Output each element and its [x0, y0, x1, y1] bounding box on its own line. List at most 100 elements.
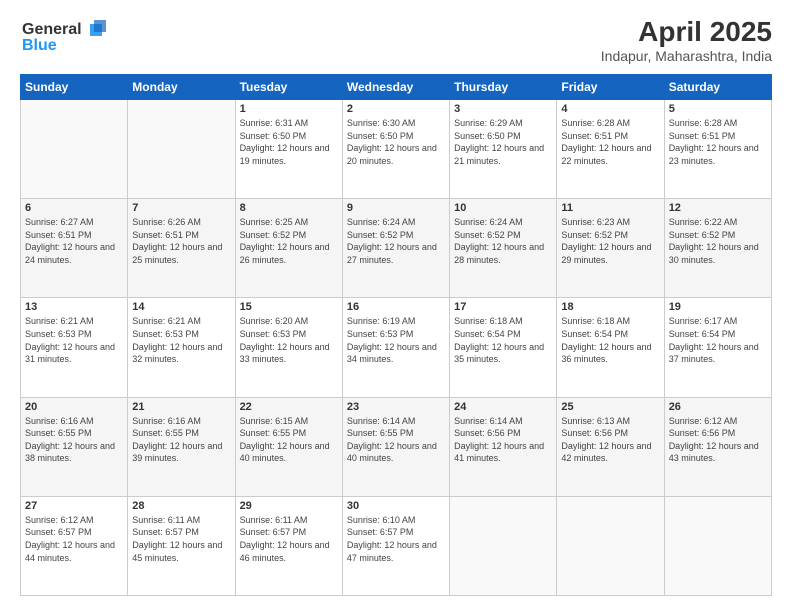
day-info: Sunrise: 6:16 AMSunset: 6:55 PMDaylight:…	[25, 415, 123, 465]
week-row-1: 1Sunrise: 6:31 AMSunset: 6:50 PMDaylight…	[21, 100, 772, 199]
day-info: Sunrise: 6:28 AMSunset: 6:51 PMDaylight:…	[561, 117, 659, 167]
week-row-2: 6 Sunrise: 6:27 AMSunset: 6:51 PMDaylight…	[21, 199, 772, 298]
calendar-cell: 5 Sunrise: 6:28 AMSunset: 6:51 PMDaylight…	[664, 100, 771, 199]
calendar-cell: 19 Sunrise: 6:17 AMSunset: 6:54 PMDayligh…	[664, 298, 771, 397]
calendar-cell: 7 Sunrise: 6:26 AMSunset: 6:51 PMDaylight…	[128, 199, 235, 298]
calendar-cell: 15Sunrise: 6:20 AMSunset: 6:53 PMDayligh…	[235, 298, 342, 397]
calendar-cell: 23Sunrise: 6:14 AMSunset: 6:55 PMDayligh…	[342, 397, 449, 496]
title-area: April 2025 Indapur, Maharashtra, India	[601, 16, 772, 64]
main-title: April 2025	[601, 16, 772, 48]
week-row-4: 20 Sunrise: 6:16 AMSunset: 6:55 PMDayligh…	[21, 397, 772, 496]
day-info: Sunrise: 6:19 AMSunset: 6:53 PMDaylight:…	[347, 315, 445, 365]
day-info: Sunrise: 6:21 AMSunset: 6:53 PMDaylight:…	[132, 315, 230, 365]
day-number: 6	[25, 202, 123, 214]
day-header-saturday: Saturday	[664, 75, 771, 100]
day-number: 21	[132, 401, 230, 413]
day-info: Sunrise: 6:23 AMSunset: 6:52 PMDaylight:…	[561, 216, 659, 266]
day-number: 24	[454, 401, 552, 413]
week-row-5: 27 Sunrise: 6:12 AMSunset: 6:57 PMDayligh…	[21, 496, 772, 595]
calendar-cell: 6 Sunrise: 6:27 AMSunset: 6:51 PMDaylight…	[21, 199, 128, 298]
logo: General Blue	[20, 16, 110, 63]
calendar-cell: 22 Sunrise: 6:15 AMSunset: 6:55 PMDayligh…	[235, 397, 342, 496]
day-number: 2	[347, 103, 445, 115]
day-header-tuesday: Tuesday	[235, 75, 342, 100]
day-info: Sunrise: 6:12 AMSunset: 6:57 PMDaylight:…	[25, 514, 123, 564]
day-info: Sunrise: 6:17 AMSunset: 6:54 PMDaylight:…	[669, 315, 767, 365]
calendar-cell: 2 Sunrise: 6:30 AMSunset: 6:50 PMDaylight…	[342, 100, 449, 199]
day-info: Sunrise: 6:25 AMSunset: 6:52 PMDaylight:…	[240, 216, 338, 266]
day-number: 22	[240, 401, 338, 413]
calendar-cell	[557, 496, 664, 595]
day-info: Sunrise: 6:29 AMSunset: 6:50 PMDaylight:…	[454, 117, 552, 167]
day-number: 25	[561, 401, 659, 413]
day-info: Sunrise: 6:18 AMSunset: 6:54 PMDaylight:…	[561, 315, 659, 365]
calendar-cell: 12Sunrise: 6:22 AMSunset: 6:52 PMDayligh…	[664, 199, 771, 298]
day-number: 27	[25, 500, 123, 512]
week-row-3: 13 Sunrise: 6:21 AMSunset: 6:53 PMDayligh…	[21, 298, 772, 397]
calendar-cell: 21 Sunrise: 6:16 AMSunset: 6:55 PMDayligh…	[128, 397, 235, 496]
day-number: 26	[669, 401, 767, 413]
calendar-cell: 16 Sunrise: 6:19 AMSunset: 6:53 PMDayligh…	[342, 298, 449, 397]
day-info: Sunrise: 6:13 AMSunset: 6:56 PMDaylight:…	[561, 415, 659, 465]
day-header-wednesday: Wednesday	[342, 75, 449, 100]
day-info: Sunrise: 6:11 AMSunset: 6:57 PMDaylight:…	[132, 514, 230, 564]
day-number: 30	[347, 500, 445, 512]
day-header-thursday: Thursday	[450, 75, 557, 100]
day-number: 20	[25, 401, 123, 413]
day-number: 7	[132, 202, 230, 214]
header: General Blue April 2025 Indapur, Maharas…	[20, 16, 772, 64]
day-info: Sunrise: 6:20 AMSunset: 6:53 PMDaylight:…	[240, 315, 338, 365]
day-number: 5	[669, 103, 767, 115]
page: General Blue April 2025 Indapur, Maharas…	[0, 0, 792, 612]
day-info: Sunrise: 6:15 AMSunset: 6:55 PMDaylight:…	[240, 415, 338, 465]
subtitle: Indapur, Maharashtra, India	[601, 48, 772, 64]
calendar-body: 1Sunrise: 6:31 AMSunset: 6:50 PMDaylight…	[21, 100, 772, 596]
day-info: Sunrise: 6:12 AMSunset: 6:56 PMDaylight:…	[669, 415, 767, 465]
calendar-cell: 30 Sunrise: 6:10 AMSunset: 6:57 PMDayligh…	[342, 496, 449, 595]
day-info: Sunrise: 6:30 AMSunset: 6:50 PMDaylight:…	[347, 117, 445, 167]
day-number: 14	[132, 301, 230, 313]
day-header-sunday: Sunday	[21, 75, 128, 100]
calendar-cell	[664, 496, 771, 595]
day-info: Sunrise: 6:22 AMSunset: 6:52 PMDaylight:…	[669, 216, 767, 266]
calendar-cell: 14 Sunrise: 6:21 AMSunset: 6:53 PMDayligh…	[128, 298, 235, 397]
calendar-cell	[21, 100, 128, 199]
calendar-cell: 1Sunrise: 6:31 AMSunset: 6:50 PMDaylight…	[235, 100, 342, 199]
day-number: 8	[240, 202, 338, 214]
day-number: 23	[347, 401, 445, 413]
day-number: 19	[669, 301, 767, 313]
day-number: 1	[240, 103, 338, 115]
logo-text: General Blue	[20, 16, 110, 63]
calendar-cell: 28Sunrise: 6:11 AMSunset: 6:57 PMDayligh…	[128, 496, 235, 595]
day-info: Sunrise: 6:27 AMSunset: 6:51 PMDaylight:…	[25, 216, 123, 266]
calendar-cell: 26 Sunrise: 6:12 AMSunset: 6:56 PMDayligh…	[664, 397, 771, 496]
svg-text:General: General	[22, 21, 82, 38]
day-info: Sunrise: 6:28 AMSunset: 6:51 PMDaylight:…	[669, 117, 767, 167]
day-info: Sunrise: 6:24 AMSunset: 6:52 PMDaylight:…	[454, 216, 552, 266]
calendar-cell: 29Sunrise: 6:11 AMSunset: 6:57 PMDayligh…	[235, 496, 342, 595]
day-number: 16	[347, 301, 445, 313]
day-number: 18	[561, 301, 659, 313]
day-number: 13	[25, 301, 123, 313]
day-number: 17	[454, 301, 552, 313]
calendar-header-row: SundayMondayTuesdayWednesdayThursdayFrid…	[21, 75, 772, 100]
day-info: Sunrise: 6:11 AMSunset: 6:57 PMDaylight:…	[240, 514, 338, 564]
calendar-cell	[128, 100, 235, 199]
day-number: 4	[561, 103, 659, 115]
calendar-cell: 8 Sunrise: 6:25 AMSunset: 6:52 PMDaylight…	[235, 199, 342, 298]
calendar-cell: 24 Sunrise: 6:14 AMSunset: 6:56 PMDayligh…	[450, 397, 557, 496]
day-number: 11	[561, 202, 659, 214]
calendar-cell: 20 Sunrise: 6:16 AMSunset: 6:55 PMDayligh…	[21, 397, 128, 496]
calendar: SundayMondayTuesdayWednesdayThursdayFrid…	[20, 74, 772, 596]
day-number: 10	[454, 202, 552, 214]
day-info: Sunrise: 6:10 AMSunset: 6:57 PMDaylight:…	[347, 514, 445, 564]
day-info: Sunrise: 6:16 AMSunset: 6:55 PMDaylight:…	[132, 415, 230, 465]
day-number: 3	[454, 103, 552, 115]
calendar-cell: 17Sunrise: 6:18 AMSunset: 6:54 PMDayligh…	[450, 298, 557, 397]
calendar-cell: 10 Sunrise: 6:24 AMSunset: 6:52 PMDayligh…	[450, 199, 557, 298]
day-info: Sunrise: 6:26 AMSunset: 6:51 PMDaylight:…	[132, 216, 230, 266]
calendar-cell: 9 Sunrise: 6:24 AMSunset: 6:52 PMDaylight…	[342, 199, 449, 298]
day-number: 9	[347, 202, 445, 214]
day-info: Sunrise: 6:14 AMSunset: 6:56 PMDaylight:…	[454, 415, 552, 465]
day-info: Sunrise: 6:24 AMSunset: 6:52 PMDaylight:…	[347, 216, 445, 266]
